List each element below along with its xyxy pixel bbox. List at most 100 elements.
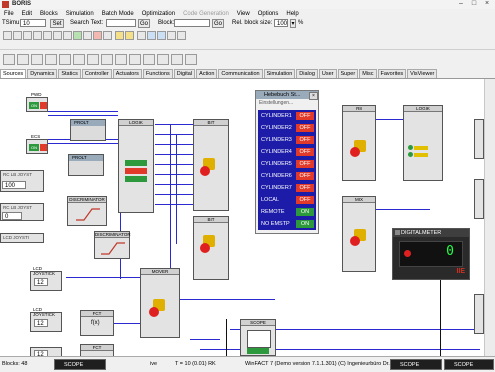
clock-block-icon[interactable]	[143, 54, 155, 65]
menu-help[interactable]: Help	[282, 11, 302, 17]
block-lcd-joystick[interactable]: LCD JOYSTICK 12	[30, 266, 62, 291]
menu-options[interactable]: Options	[254, 11, 283, 17]
off-toggle[interactable]: OFF	[296, 160, 314, 168]
off-toggle[interactable]: OFF	[296, 136, 314, 144]
open-folder-icon[interactable]	[13, 31, 22, 40]
lcd-joystick-control[interactable]: LCD JOYSTI	[0, 233, 44, 243]
slider-block-icon[interactable]	[171, 54, 183, 65]
tab-visviewer[interactable]: VisViewer	[407, 69, 438, 78]
rel-block-size-input[interactable]: 100	[274, 19, 288, 27]
control-panel-window[interactable]: Hebebuch St... × Einstellungen... CYLIND…	[255, 90, 319, 234]
panel-settings-link[interactable]: Einstellungen...	[259, 100, 293, 106]
search-go-button[interactable]: Go	[138, 19, 150, 28]
block-scope[interactable]: SCOPE	[240, 319, 276, 356]
file-block-icon[interactable]	[157, 54, 169, 65]
block-discriminator[interactable]: DISCRIMINATOR	[67, 196, 107, 226]
block-lcd2[interactable]	[474, 179, 484, 219]
triangle-block-icon[interactable]	[73, 54, 85, 65]
tab-action[interactable]: Action	[196, 69, 218, 78]
off-toggle[interactable]: OFF	[296, 124, 314, 132]
refresh-icon[interactable]	[157, 31, 166, 40]
scope-taskbar-button[interactable]: SCOPE	[444, 359, 494, 370]
prolt-window[interactable]: PROLT	[70, 119, 106, 141]
tab-simulation[interactable]: Simulation	[263, 69, 296, 78]
block-lcd1[interactable]	[474, 119, 484, 159]
tab-controller[interactable]: Controller	[81, 69, 112, 78]
scope-taskbar-button[interactable]: SCOPE	[54, 359, 106, 370]
menu-edit[interactable]: Edit	[18, 11, 36, 17]
block-go-button[interactable]: Go	[212, 19, 224, 28]
tab-functions[interactable]: Functions	[142, 69, 173, 78]
block-mix[interactable]: MIX	[342, 196, 376, 272]
menu-optimization[interactable]: Optimization	[138, 11, 179, 17]
simulation-canvas[interactable]: PWD ON ECS ON RC LB JOYST 100 RC LB JOYS…	[0, 79, 484, 356]
off-toggle[interactable]: OFF	[296, 196, 314, 204]
block-discriminator[interactable]: DISCRIMINATOR	[94, 231, 131, 259]
block-lcd-joystick[interactable]: LCD JOYSTICK 12	[30, 307, 62, 332]
block-lcd3[interactable]	[474, 294, 484, 334]
save-icon[interactable]	[23, 31, 32, 40]
tab-statics[interactable]: Statics	[58, 69, 81, 78]
tab-favorites[interactable]: Favorites	[377, 69, 407, 78]
block-fct[interactable]: FCT f(x)	[80, 310, 114, 336]
block-bit[interactable]: BIT	[193, 216, 229, 280]
grid-icon[interactable]	[137, 31, 146, 40]
block-logik-output[interactable]: LOGIK	[403, 105, 443, 181]
step-icon[interactable]	[103, 31, 112, 40]
off-toggle[interactable]: OFF	[296, 184, 314, 192]
tab-misc[interactable]: Misc	[359, 69, 377, 78]
tab-user[interactable]: User	[318, 69, 337, 78]
block-bit[interactable]: BIT	[193, 119, 229, 211]
block-lcd-joystick[interactable]: 12	[30, 347, 62, 356]
zoom-in-icon[interactable]	[115, 31, 124, 40]
pulse-block-icon[interactable]	[101, 54, 113, 65]
pause-icon[interactable]	[83, 31, 92, 40]
block-icon[interactable]	[33, 31, 42, 40]
digital-meter-window[interactable]: DIGITALMETER 0 IIE	[392, 228, 470, 280]
off-toggle[interactable]: OFF	[296, 148, 314, 156]
lcd-joystick-control[interactable]: RC LB JOYST 0	[0, 203, 44, 221]
menu-file[interactable]: File	[0, 11, 18, 17]
sine-block-icon[interactable]	[45, 54, 57, 65]
tab-super[interactable]: Super	[337, 69, 359, 78]
tab-dynamics[interactable]: Dynamics	[27, 69, 58, 78]
switch-block-icon[interactable]	[185, 54, 197, 65]
lcd-joystick-control[interactable]: RC LB JOYST 100	[0, 170, 44, 192]
select-icon[interactable]	[53, 31, 62, 40]
off-toggle[interactable]: OFF	[296, 112, 314, 120]
tab-actuators[interactable]: Actuators	[112, 69, 142, 78]
set-button[interactable]: Set	[50, 19, 64, 28]
noise-block-icon[interactable]	[87, 54, 99, 65]
source-block-icon[interactable]	[3, 54, 15, 65]
connection-icon[interactable]	[43, 31, 52, 40]
rel-block-size-spinner[interactable]: ▾	[290, 19, 296, 28]
constant-block-icon[interactable]	[115, 54, 127, 65]
move-icon[interactable]	[63, 31, 72, 40]
maximize-button[interactable]: □	[468, 0, 480, 8]
block-mover[interactable]: MOVER	[140, 268, 180, 338]
off-toggle[interactable]: OFF	[296, 172, 314, 180]
on-toggle[interactable]: ON	[296, 220, 314, 228]
print-icon[interactable]	[167, 31, 176, 40]
tab-dialog[interactable]: Dialog	[296, 69, 318, 78]
search-text-input[interactable]	[106, 19, 136, 27]
close-button[interactable]: ×	[481, 0, 493, 8]
on-toggle[interactable]: ON	[296, 208, 314, 216]
table-block-icon[interactable]	[129, 54, 141, 65]
menu-view[interactable]: View	[233, 11, 254, 17]
block-input[interactable]	[174, 19, 210, 27]
tab-sources[interactable]: Sources	[0, 69, 27, 78]
menu-simulation[interactable]: Simulation	[62, 11, 98, 17]
joystick-value-input[interactable]: 0	[2, 212, 22, 220]
settings-icon[interactable]	[147, 31, 156, 40]
play-icon[interactable]	[73, 31, 82, 40]
block-pwd[interactable]: PWD ON	[26, 92, 48, 112]
prolt-window[interactable]: PROLT	[68, 154, 104, 176]
help-icon[interactable]	[177, 31, 186, 40]
tsimu-input[interactable]: 10	[20, 19, 46, 27]
menu-batch-mode[interactable]: Batch Mode	[98, 11, 138, 17]
square-block-icon[interactable]	[59, 54, 71, 65]
menu-code-generation[interactable]: Code Generation	[179, 11, 233, 17]
new-file-icon[interactable]	[3, 31, 12, 40]
menu-blocks[interactable]: Blocks	[36, 11, 62, 17]
